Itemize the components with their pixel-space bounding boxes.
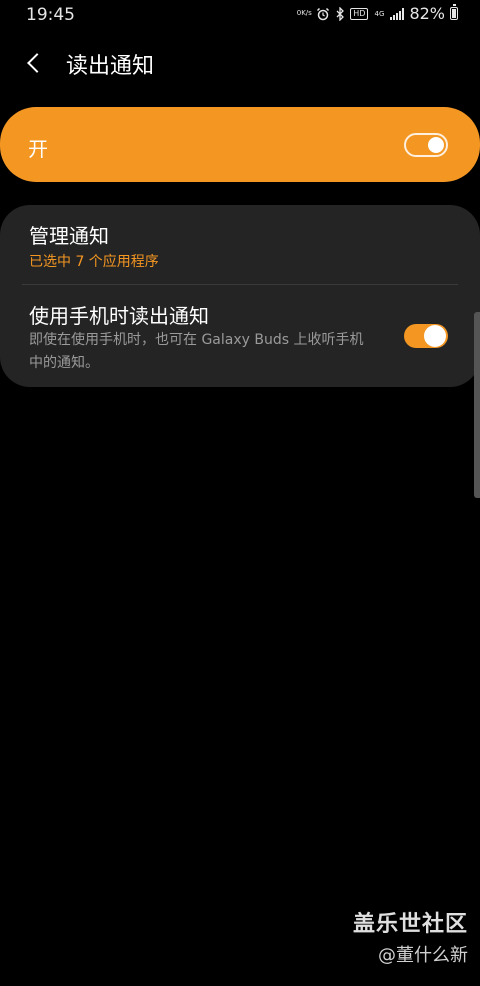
read-while-using-item[interactable]: 使用手机时读出通知 即使在使用手机时，也可在 Galaxy Buds 上收听手机… xyxy=(0,285,480,387)
status-bar: 19:45 0 K/s HD 4G 82% xyxy=(0,0,480,30)
signal-icon xyxy=(390,7,405,20)
network-speed-indicator: 0 K/s xyxy=(296,9,312,17)
read-while-using-title: 使用手机时读出通知 xyxy=(29,304,209,328)
manage-notifications-summary: 已选中 7 个应用程序 xyxy=(29,254,159,270)
status-icons: 0 K/s HD 4G 82% xyxy=(297,4,458,23)
back-button[interactable] xyxy=(18,46,52,80)
master-switch-bar[interactable]: 开 xyxy=(0,107,480,182)
app-bar: 读出通知 xyxy=(0,36,480,90)
page-title: 读出通知 xyxy=(66,54,155,79)
master-toggle[interactable] xyxy=(404,133,448,157)
watermark-author: @董什么新 xyxy=(378,945,468,966)
status-time: 19:45 xyxy=(26,5,75,25)
master-switch-label: 开 xyxy=(28,137,48,161)
battery-icon xyxy=(450,4,458,20)
bluetooth-icon xyxy=(335,6,345,21)
read-while-using-description: 即使在使用手机时，也可在 Galaxy Buds 上收听手机中的通知。 xyxy=(29,332,364,371)
battery-percentage: 82% xyxy=(409,4,445,23)
toggle-knob xyxy=(428,137,444,153)
network-type-icon: 4G xyxy=(374,9,385,18)
settings-card: 管理通知 已选中 7 个应用程序 使用手机时读出通知 即使在使用手机时，也可在 … xyxy=(0,205,480,387)
scrollbar[interactable] xyxy=(474,312,480,498)
manage-notifications-item[interactable]: 管理通知 已选中 7 个应用程序 xyxy=(0,205,480,284)
alarm-icon xyxy=(316,7,330,21)
manage-notifications-title: 管理通知 xyxy=(29,224,109,248)
chevron-left-icon xyxy=(27,53,47,73)
toggle-knob xyxy=(424,325,446,347)
read-while-using-toggle[interactable] xyxy=(404,324,448,348)
watermark-title: 盖乐世社区 xyxy=(352,912,468,937)
hd-voice-icon: HD xyxy=(350,7,369,20)
